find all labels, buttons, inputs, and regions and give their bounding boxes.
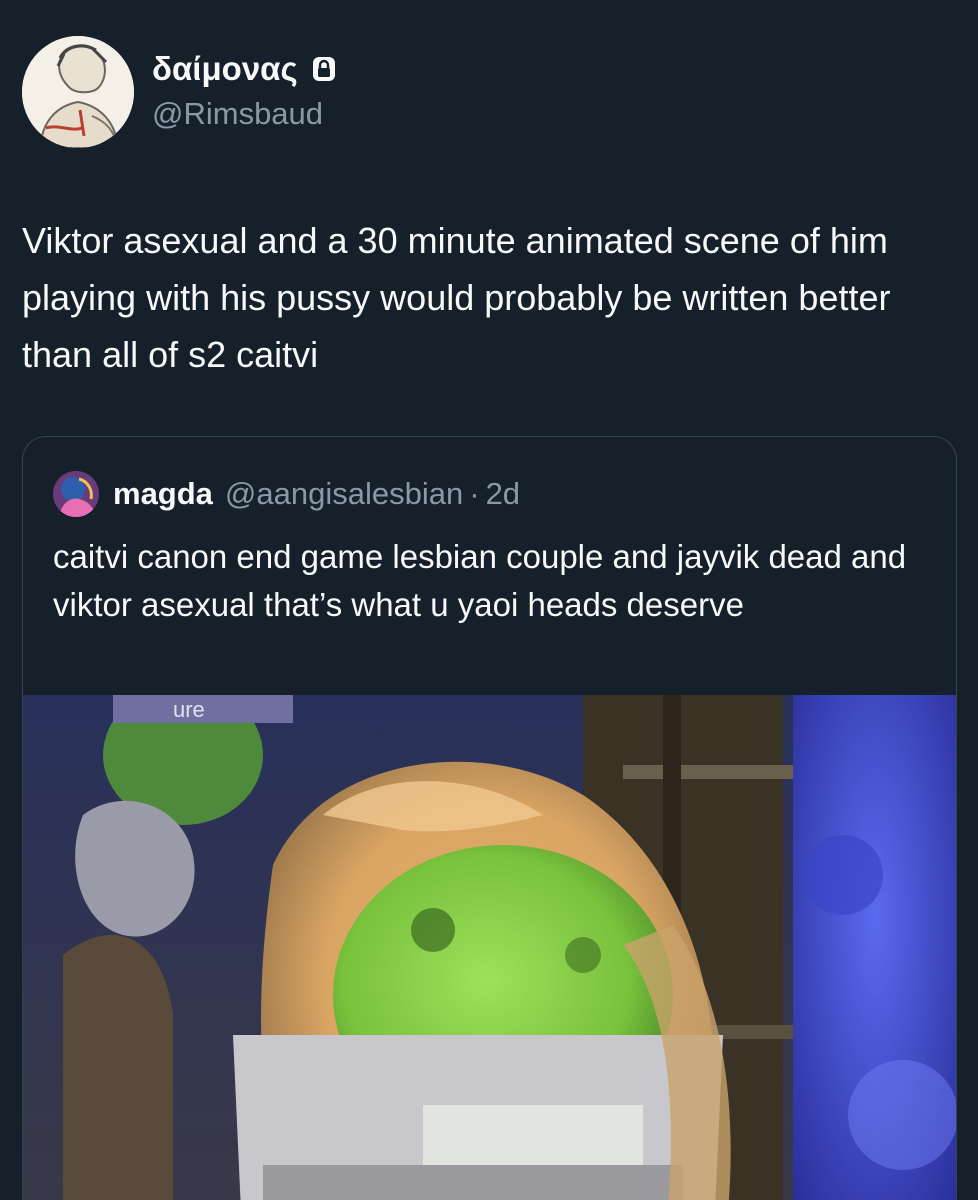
quoted-tweet-header: magda @aangisalesbian · 2d: [53, 471, 520, 517]
quoted-author-avatar[interactable]: [53, 471, 99, 517]
sketch-portrait-avatar-icon: [22, 36, 134, 148]
lock-icon: [312, 56, 336, 82]
media-overlay-text: ure: [173, 697, 205, 722]
author-names: δαίμονας @Rimsbaud: [152, 50, 336, 132]
author-display-name[interactable]: δαίμονας: [152, 50, 298, 88]
tweet-text: Viktor asexual and a 30 minute animated …: [22, 220, 891, 375]
tweet[interactable]: δαίμονας @Rimsbaud Viktor asexual and a …: [0, 0, 978, 1200]
muppet-photo-image: ure: [23, 695, 956, 1200]
anime-avatar-icon: [53, 471, 99, 517]
quoted-timestamp[interactable]: 2d: [486, 476, 520, 512]
quoted-handle[interactable]: @aangisalesbian: [225, 476, 463, 512]
separator-dot: ·: [469, 476, 480, 511]
author-handle[interactable]: @Rimsbaud: [152, 96, 336, 132]
author-row: δαίμονας @Rimsbaud: [22, 36, 622, 148]
quoted-tweet-card[interactable]: magda @aangisalesbian · 2d caitvi canon …: [22, 436, 957, 1200]
author-avatar[interactable]: [22, 36, 134, 148]
quoted-display-name[interactable]: magda: [113, 476, 213, 512]
quoted-media-image[interactable]: ure: [23, 695, 956, 1200]
quoted-tweet-text: caitvi canon end game lesbian couple and…: [53, 538, 907, 623]
